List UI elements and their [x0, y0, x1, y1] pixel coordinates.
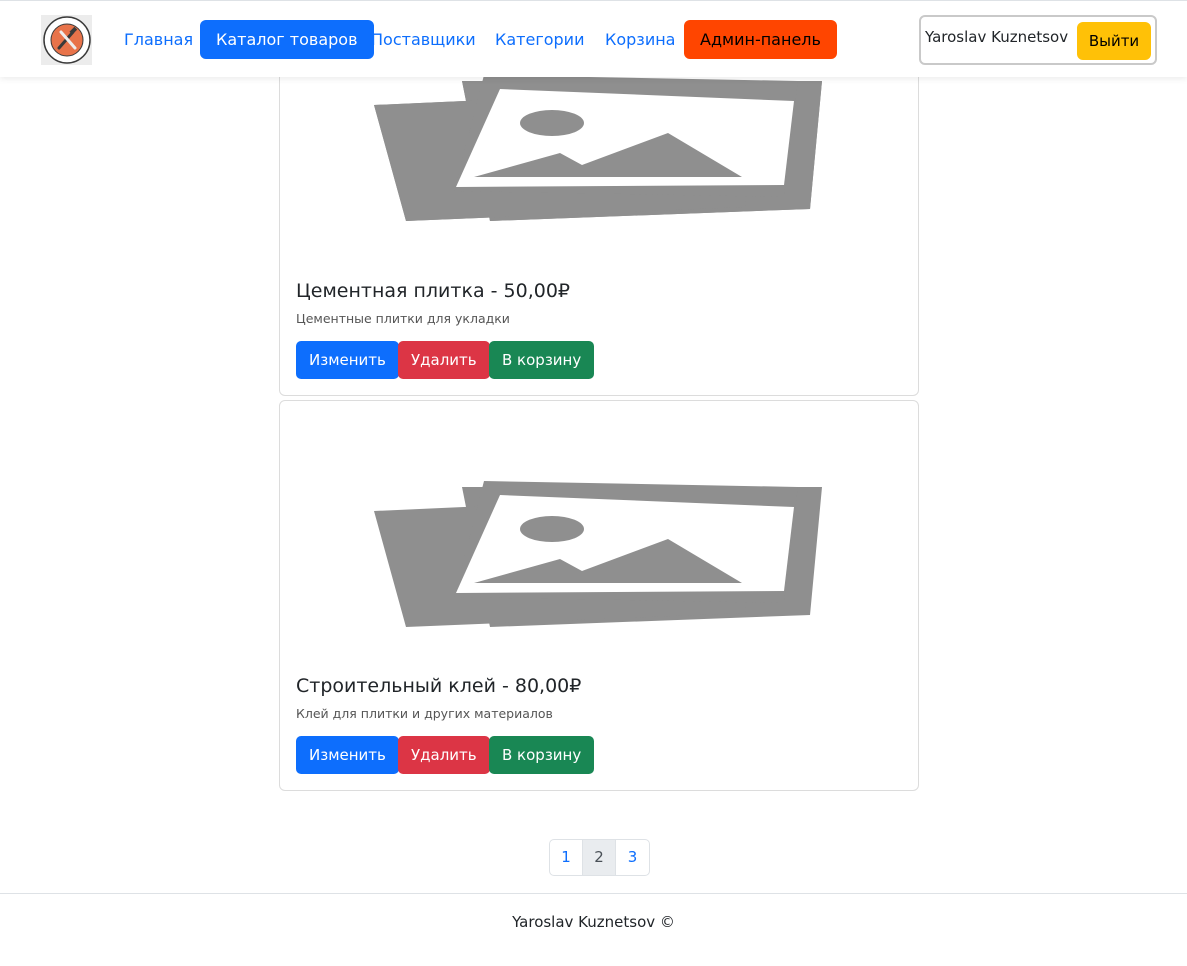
footer-copyright: Yaroslav Kuznetsov ©	[512, 913, 675, 931]
nav-link-categories[interactable]: Категории	[479, 20, 600, 59]
top-navbar: Главная Каталог товаров Поставщики Катег…	[0, 0, 1187, 77]
logout-button[interactable]: Выйти	[1077, 22, 1151, 60]
nav-link-home[interactable]: Главная	[108, 20, 209, 59]
product-description: Цементные плитки для укладки	[296, 311, 510, 326]
add-to-cart-button[interactable]: В корзину	[489, 736, 595, 774]
pagination: 1 2 3	[549, 839, 650, 876]
nav-link-suppliers[interactable]: Поставщики	[355, 20, 492, 59]
page-link-3[interactable]: 3	[616, 840, 649, 875]
product-description: Клей для плитки и других материалов	[296, 706, 553, 721]
delete-button[interactable]: Удалить	[398, 341, 490, 379]
delete-button[interactable]: Удалить	[398, 736, 490, 774]
edit-button[interactable]: Изменить	[296, 341, 399, 379]
image-placeholder-icon	[374, 75, 822, 221]
page-link-2[interactable]: 2	[583, 840, 616, 875]
page-link-1[interactable]: 1	[550, 840, 583, 875]
image-placeholder-icon	[374, 481, 822, 627]
nav-link-admin[interactable]: Админ-панель	[684, 20, 837, 59]
add-to-cart-button[interactable]: В корзину	[489, 341, 595, 379]
user-panel: Yaroslav Kuznetsov Выйти	[919, 15, 1157, 65]
product-card: Строительный клей - 80,00₽ Клей для плит…	[279, 400, 919, 791]
product-title: Цементная плитка - 50,00₽	[296, 280, 571, 302]
tools-logo-icon	[42, 16, 91, 64]
footer: Yaroslav Kuznetsov ©	[0, 893, 1187, 966]
nav-link-cart[interactable]: Корзина	[589, 20, 691, 59]
edit-button[interactable]: Изменить	[296, 736, 399, 774]
product-title: Строительный клей - 80,00₽	[296, 675, 582, 697]
user-name: Yaroslav Kuznetsov	[925, 28, 1069, 46]
nav-link-catalog[interactable]: Каталог товаров	[200, 20, 374, 59]
brand-logo[interactable]	[41, 15, 92, 65]
